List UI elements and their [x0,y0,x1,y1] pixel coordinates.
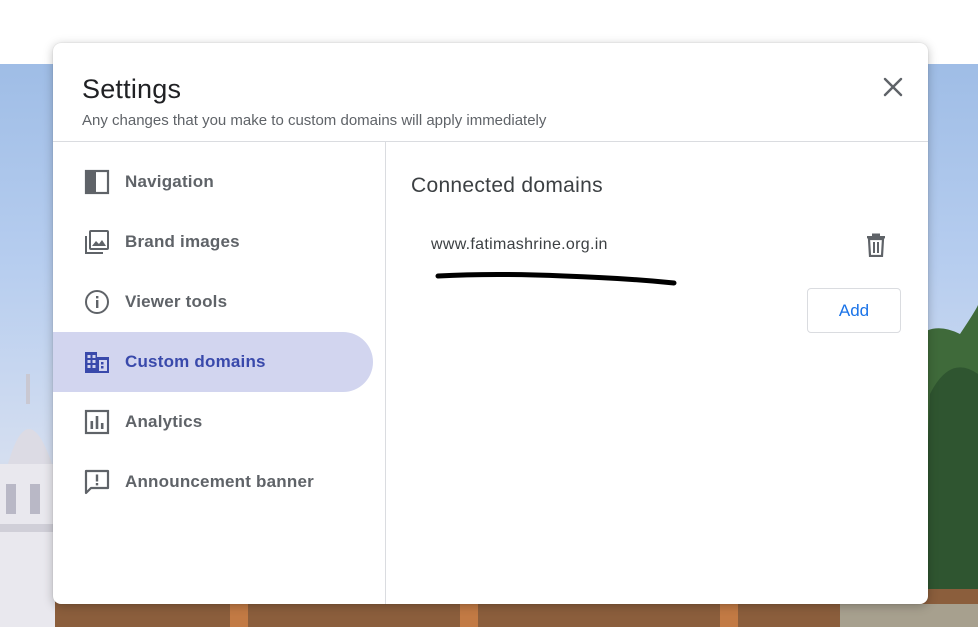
handwritten-underline-mark [435,272,677,286]
navigation-panel-icon [84,169,110,195]
sidebar-item-analytics[interactable]: Analytics [53,392,373,452]
add-domain-button[interactable]: Add [807,288,901,333]
feedback-exclamation-icon [84,469,110,495]
analytics-chart-icon [84,409,110,435]
dialog-title: Settings [82,74,182,104]
dialog-header: Settings Any changes that you make to cu… [53,43,928,142]
sidebar-item-label: Analytics [125,412,203,431]
sidebar-item-label: Navigation [125,172,214,191]
settings-sidebar: Navigation Brand images Viewer tools Cus… [53,142,386,604]
domain-building-icon [84,349,110,375]
settings-dialog: Settings Any changes that you make to cu… [53,43,928,604]
sidebar-item-navigation[interactable]: Navigation [53,152,373,212]
trash-icon [865,233,887,262]
sidebar-item-announcement-banner[interactable]: Announcement banner [53,452,373,512]
section-title: Connected domains [411,174,603,197]
delete-domain-button[interactable] [860,231,892,263]
dialog-subtitle: Any changes that you make to custom doma… [82,112,547,129]
custom-domains-panel: Connected domains www.fatimashrine.org.i… [386,142,928,604]
sidebar-item-label: Custom domains [125,352,266,371]
close-icon [882,76,904,103]
sidebar-item-brand-images[interactable]: Brand images [53,212,373,272]
sidebar-item-label: Viewer tools [125,292,228,311]
domain-name: www.fatimashrine.org.in [431,236,608,253]
info-icon [84,289,110,315]
photo-library-icon [84,229,110,255]
close-button[interactable] [875,71,911,107]
sidebar-item-label: Announcement banner [125,472,314,491]
sidebar-item-label: Brand images [125,232,240,251]
sidebar-item-viewer-tools[interactable]: Viewer tools [53,272,373,332]
sidebar-item-custom-domains[interactable]: Custom domains [53,332,373,392]
